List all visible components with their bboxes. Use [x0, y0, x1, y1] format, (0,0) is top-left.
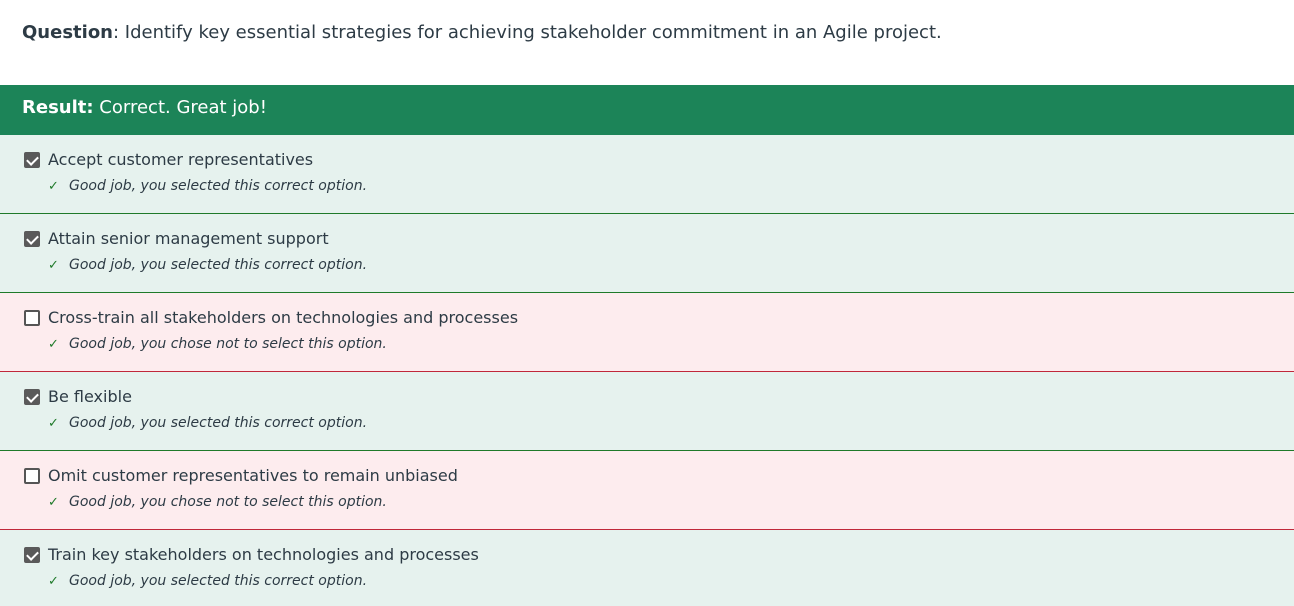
- option-label: Be flexible: [48, 387, 132, 406]
- question-body: : Identify key essential strategies for …: [113, 22, 942, 43]
- option-feedback: ✓ Good job, you chose not to select this …: [48, 336, 387, 352]
- feedback-text: Good job, you chose not to select this o…: [69, 336, 387, 352]
- result-message: Correct. Great job!: [93, 97, 267, 118]
- answer-option[interactable]: Accept customer representatives ✓ Good jo…: [0, 135, 1294, 214]
- answer-option[interactable]: Attain senior management support ✓ Good j…: [0, 214, 1294, 293]
- option-label: Cross-train all stakeholders on technolo…: [48, 308, 519, 327]
- checkmark-icon: ✓: [48, 179, 59, 194]
- answer-option[interactable]: Cross-train all stakeholders on technolo…: [0, 293, 1294, 372]
- option-feedback: ✓ Good job, you chose not to select this …: [48, 494, 387, 510]
- answer-option[interactable]: Omit customer representatives to remain …: [0, 451, 1294, 530]
- feedback-text: Good job, you selected this correct opti…: [69, 415, 368, 431]
- option-feedback: ✓ Good job, you selected this correct opt…: [48, 415, 367, 431]
- option-label: Accept customer representatives: [48, 150, 314, 169]
- checkmark-icon: ✓: [48, 416, 59, 431]
- result-banner: Result: Correct. Great job!: [0, 85, 1294, 135]
- feedback-text: Good job, you selected this correct opti…: [69, 573, 368, 589]
- checkbox-checked[interactable]: [24, 231, 40, 247]
- option-label: Train key stakeholders on technologies a…: [48, 545, 479, 564]
- option-feedback: ✓ Good job, you selected this correct opt…: [48, 178, 367, 194]
- checkmark-icon: ✓: [48, 337, 59, 352]
- checkbox-checked[interactable]: [24, 389, 40, 405]
- checkbox-unchecked[interactable]: [24, 468, 40, 484]
- answer-options-list: Accept customer representatives ✓ Good jo…: [0, 135, 1294, 606]
- option-label: Omit customer representatives to remain …: [48, 466, 458, 485]
- checkbox-unchecked[interactable]: [24, 310, 40, 326]
- option-label: Attain senior management support: [48, 229, 329, 248]
- checkbox-checked[interactable]: [24, 547, 40, 563]
- option-feedback: ✓ Good job, you selected this correct opt…: [48, 257, 367, 273]
- option-feedback: ✓ Good job, you selected this correct opt…: [48, 573, 367, 589]
- feedback-text: Good job, you chose not to select this o…: [69, 494, 387, 510]
- feedback-text: Good job, you selected this correct opti…: [69, 178, 368, 194]
- checkmark-icon: ✓: [48, 258, 59, 273]
- result-label: Result:: [22, 97, 94, 118]
- answer-option[interactable]: Train key stakeholders on technologies a…: [0, 530, 1294, 606]
- checkmark-icon: ✓: [48, 574, 59, 589]
- checkmark-icon: ✓: [48, 495, 59, 510]
- question-text: Question: Identify key essential strateg…: [0, 0, 1294, 85]
- answer-option[interactable]: Be flexible ✓ Good job, you selected this…: [0, 372, 1294, 451]
- checkbox-checked[interactable]: [24, 152, 40, 168]
- feedback-text: Good job, you selected this correct opti…: [69, 257, 368, 273]
- question-label: Question: [22, 22, 113, 43]
